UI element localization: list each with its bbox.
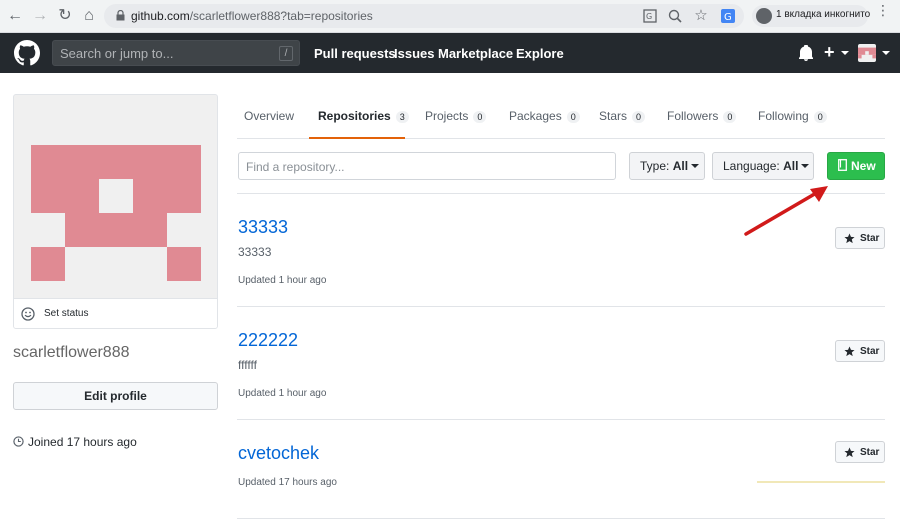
dropdown-caret-icon — [801, 164, 810, 168]
language-filter-dropdown[interactable]: Language: All — [712, 152, 814, 180]
tab-count: 0 — [473, 111, 487, 123]
browser-toolbar: ← → ↻ ⌂ github.com/scarletflower888?tab=… — [0, 0, 900, 33]
search-input[interactable]: Search or jump to... / — [52, 40, 300, 66]
repo-name-link[interactable]: cvetochek — [238, 443, 319, 464]
tab-overview[interactable]: Overview — [244, 109, 294, 123]
joined-date: Joined 17 hours ago — [13, 435, 137, 449]
row-divider — [237, 306, 885, 307]
repo-description: 33333 — [238, 245, 272, 259]
row-divider — [237, 518, 885, 519]
svg-text:G: G — [724, 12, 732, 23]
new-repository-button[interactable]: New — [827, 152, 885, 180]
incognito-indicator[interactable]: 1 вкладка инкогнито — [752, 5, 870, 27]
github-header: Search or jump to... / Pull requests Iss… — [0, 33, 900, 73]
selected-tab-underline — [309, 137, 405, 139]
extension-translate-icon[interactable]: G — [721, 9, 735, 23]
star-button[interactable]: Star — [835, 340, 885, 362]
star-button[interactable]: Star — [835, 227, 885, 249]
nav-explore[interactable]: Explore — [516, 46, 564, 61]
url-text: github.com/scarletflower888?tab=reposito… — [131, 9, 373, 23]
smiley-icon — [21, 307, 35, 321]
tab-count: 3 — [395, 111, 409, 123]
reload-icon[interactable]: ↻ — [56, 7, 74, 25]
nav-marketplace[interactable]: Marketplace — [438, 46, 513, 61]
nav-issues[interactable]: Issues — [394, 46, 434, 61]
tab-stars[interactable]: Stars 0 — [599, 109, 646, 123]
identicon-image — [31, 145, 201, 281]
star-icon — [844, 447, 855, 458]
translate-icon[interactable]: G — [643, 9, 657, 23]
tab-following[interactable]: Following 0 — [758, 109, 827, 123]
home-icon[interactable]: ⌂ — [80, 7, 98, 25]
nav-pull-requests[interactable]: Pull requests — [314, 46, 396, 61]
tab-projects[interactable]: Projects 0 — [425, 109, 487, 123]
tab-count: 0 — [566, 111, 580, 123]
dropdown-caret-icon — [691, 164, 700, 168]
repo-updated: Updated 1 hour ago — [238, 388, 327, 399]
search-shortcut-key: / — [279, 46, 293, 61]
incognito-icon — [756, 8, 772, 24]
tab-packages[interactable]: Packages 0 — [509, 109, 580, 123]
svg-text:G: G — [646, 12, 652, 21]
set-status-button[interactable]: Set status — [14, 298, 217, 328]
tab-followers[interactable]: Followers 0 — [667, 109, 737, 123]
clock-icon — [13, 436, 24, 447]
profile-username: scarletflower888 — [13, 344, 130, 361]
avatar-identicon-icon — [858, 47, 876, 59]
activity-graph — [757, 481, 885, 483]
profile-avatar[interactable]: Set status — [13, 94, 218, 329]
repo-updated: Updated 17 hours ago — [238, 477, 337, 488]
bookmark-star-icon[interactable]: ☆ — [692, 7, 710, 25]
find-repository-input[interactable]: Find a repository... — [238, 152, 616, 180]
row-divider — [237, 419, 885, 420]
github-logo-icon[interactable] — [14, 40, 40, 66]
annotation-arrow-icon — [744, 186, 828, 236]
star-icon — [844, 346, 855, 357]
repo-name-link[interactable]: 33333 — [238, 217, 288, 238]
star-button[interactable]: Star — [835, 441, 885, 463]
repo-icon — [838, 159, 847, 171]
zoom-icon[interactable] — [668, 9, 682, 23]
edit-profile-button[interactable]: Edit profile — [13, 382, 218, 410]
create-caret-icon — [841, 51, 849, 55]
avatar-caret-icon — [882, 51, 890, 55]
tab-count: 0 — [723, 111, 737, 123]
lock-icon — [116, 10, 125, 21]
user-avatar-menu[interactable] — [858, 44, 876, 62]
browser-menu-icon[interactable]: ⋮ — [876, 3, 890, 17]
type-filter-dropdown[interactable]: Type: All — [629, 152, 705, 180]
tab-count: 0 — [813, 111, 827, 123]
profile-tabs: Overview Repositories 3 Projects 0 Package… — [237, 95, 885, 139]
star-icon — [844, 233, 855, 244]
tab-repositories[interactable]: Repositories 3 — [318, 109, 409, 123]
back-icon[interactable]: ← — [6, 7, 24, 25]
repo-description: ffffff — [238, 358, 257, 372]
repo-updated: Updated 1 hour ago — [238, 275, 327, 286]
repo-name-link[interactable]: 222222 — [238, 330, 298, 351]
bell-icon[interactable] — [799, 45, 813, 61]
tab-count: 0 — [632, 111, 646, 123]
forward-icon[interactable]: → — [31, 7, 49, 25]
create-new-icon[interactable]: + — [824, 42, 835, 63]
